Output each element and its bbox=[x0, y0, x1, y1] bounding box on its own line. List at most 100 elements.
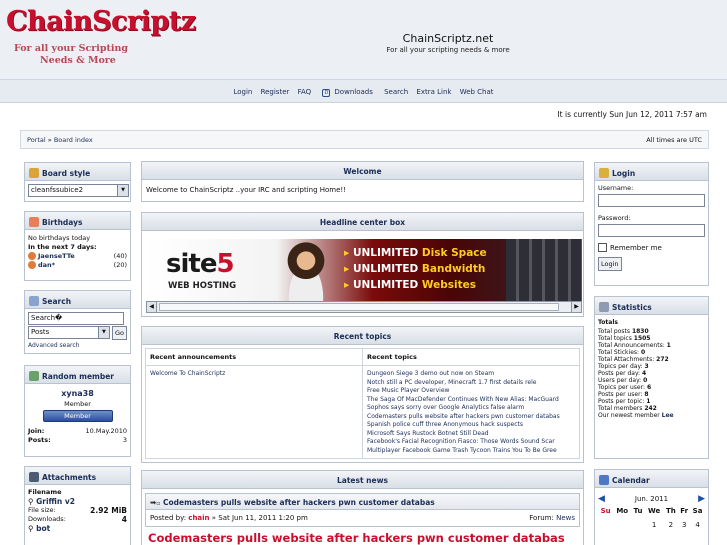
topic-link[interactable]: Notch still a PC developer, Minecraft 1.… bbox=[363, 379, 579, 388]
scroll-left-icon[interactable]: ◀ bbox=[147, 302, 157, 312]
calendar-day[interactable]: 4 bbox=[690, 518, 705, 532]
scroll-right-icon[interactable]: ▶ bbox=[571, 302, 581, 312]
magnifier-icon bbox=[29, 296, 39, 306]
topic-link[interactable]: Multiplayer Facebook Game Trash Tycoon T… bbox=[363, 447, 579, 456]
breadcrumb-board-index[interactable]: Board index bbox=[54, 136, 93, 144]
block-header: Birthdays bbox=[25, 212, 130, 230]
brand-number: 5 bbox=[216, 249, 234, 279]
stat-label: Posts per day: bbox=[598, 369, 641, 377]
attachment-name[interactable]: Griffin v2 bbox=[36, 497, 75, 506]
topic-link[interactable]: Codemasters pulls website after hackers … bbox=[363, 413, 579, 422]
scroll-thumb[interactable] bbox=[159, 303, 559, 311]
banner-person-image bbox=[276, 239, 336, 301]
style-select[interactable]: cleanfssubice2 ▼ bbox=[28, 184, 129, 197]
block-header: Headline center box bbox=[142, 213, 583, 231]
hosting-banner[interactable]: site5 WEB HOSTING ▸ UNLIMITED Disk Space… bbox=[146, 239, 582, 301]
welcome-text: Welcome to ChainScriptz ..your IRC and s… bbox=[146, 186, 347, 194]
stat-label: Total Stickies: bbox=[598, 348, 640, 356]
search-go-button[interactable]: Go bbox=[111, 326, 127, 340]
post-date: » Sat Jun 11, 2011 1:20 pm bbox=[211, 514, 308, 522]
news-post-heading[interactable]: Codemasters pulls website after hackers … bbox=[148, 531, 577, 545]
block-title: Board style bbox=[42, 169, 91, 178]
attachment-icon: ⚲ bbox=[28, 524, 34, 533]
topic-link[interactable]: Dungeon Siege 3 demo out now on Steam bbox=[363, 370, 579, 379]
chart-icon bbox=[599, 302, 609, 312]
stat-value: 0 bbox=[640, 348, 646, 356]
birthday-user[interactable]: JaenseTTe bbox=[38, 252, 75, 260]
password-label: Password: bbox=[598, 214, 631, 222]
site-header: ChainScriptz For all your Scripting Need… bbox=[0, 0, 727, 80]
newest-member-link[interactable]: Lee bbox=[662, 412, 674, 419]
nav-downloads[interactable]: D Downloads bbox=[319, 88, 375, 97]
nav-login[interactable]: Login bbox=[233, 88, 252, 96]
nav-web-chat[interactable]: Web Chat bbox=[460, 88, 494, 96]
username-input[interactable] bbox=[598, 194, 705, 207]
nav-faq[interactable]: FAQ bbox=[298, 88, 312, 96]
stat-value: 6 bbox=[646, 383, 652, 391]
topic-link[interactable]: Spanish police cuff three Anonymous hack… bbox=[363, 421, 579, 430]
no-birthdays-text: No birthdays today bbox=[28, 234, 91, 242]
banner-line: ▸ UNLIMITED Bandwidth bbox=[344, 263, 486, 275]
announcements-header: Recent announcements bbox=[146, 349, 362, 366]
topic-link[interactable]: Free Music Player Overview bbox=[363, 387, 579, 396]
topic-link[interactable]: Microsoft Says Rustock Botnet Still Dead bbox=[363, 430, 579, 439]
nav-extra-link[interactable]: Extra Link bbox=[416, 88, 451, 96]
banner-unlimited: UNLIMITED bbox=[352, 279, 419, 291]
stat-value: 272 bbox=[656, 355, 669, 363]
topic-link[interactable]: The Saga Of MacDefender Continues With N… bbox=[363, 396, 579, 405]
horizontal-scrollbar[interactable]: ◀ ▶ bbox=[146, 301, 582, 313]
rank-badge: Member bbox=[42, 410, 113, 422]
announcement-link[interactable]: Welcome To ChainScriptz bbox=[146, 370, 362, 379]
password-input[interactable] bbox=[598, 224, 705, 237]
news-post-title[interactable]: Codemasters pulls website after hackers … bbox=[163, 498, 435, 507]
stat-label: Total posts bbox=[598, 327, 631, 335]
day-header: Th bbox=[665, 507, 676, 515]
day-header: Fr bbox=[680, 507, 689, 515]
banner-brand: site5 bbox=[166, 249, 235, 279]
join-date: 10.May.2010 bbox=[85, 427, 127, 435]
post-author[interactable]: chain bbox=[188, 514, 209, 522]
nav-register[interactable]: Register bbox=[261, 88, 290, 96]
timezone-note: All times are UTC bbox=[646, 136, 702, 144]
birthday-user[interactable]: dan* bbox=[38, 261, 55, 269]
calendar-day[interactable]: 1 bbox=[645, 518, 664, 532]
next-days-label: In the next 7 days: bbox=[28, 243, 97, 251]
block-header: Attachments bbox=[25, 467, 130, 485]
topic-link[interactable]: Facebook's Facial Recognition Fiasco: Th… bbox=[363, 438, 579, 447]
calendar-day[interactable]: 3 bbox=[678, 518, 690, 532]
search-input[interactable]: Search� bbox=[28, 312, 124, 325]
calendar-month: Jun. 2011 bbox=[634, 495, 669, 503]
nav-search[interactable]: Search bbox=[384, 88, 408, 96]
login-button[interactable]: Login bbox=[598, 257, 622, 271]
breadcrumb-portal[interactable]: Portal bbox=[27, 136, 46, 144]
day-header: Su bbox=[600, 507, 611, 515]
advanced-search-link[interactable]: Advanced search bbox=[28, 342, 127, 349]
stat-value: 1 bbox=[646, 397, 651, 405]
file-size: 2.92 MiB bbox=[90, 506, 127, 515]
block-header: Random member bbox=[25, 366, 130, 384]
search-scope-select[interactable]: Posts ▼ bbox=[28, 326, 110, 339]
stat-row: Our newest member Lee bbox=[598, 412, 705, 419]
attachment-name[interactable]: bot bbox=[36, 524, 50, 533]
remember-me-checkbox[interactable] bbox=[598, 243, 607, 252]
block-header: Board style bbox=[25, 163, 130, 181]
join-label: Join: bbox=[28, 427, 45, 435]
news-post-title-bar: ➡▫ Codemasters pulls website after hacke… bbox=[145, 493, 580, 510]
calendar-day[interactable]: 2 bbox=[663, 518, 678, 532]
downloads-label: Downloads: bbox=[28, 515, 66, 523]
stat-row: Total posts 1830 bbox=[598, 328, 705, 335]
prev-month-icon[interactable]: ◀ bbox=[598, 494, 605, 504]
search-scope-value: Posts bbox=[31, 328, 50, 336]
forum-link[interactable]: News bbox=[556, 514, 575, 522]
site-title: ChainScriptz.net bbox=[402, 32, 494, 45]
posts-label: Posts: bbox=[28, 436, 51, 444]
block-header: Latest news bbox=[142, 471, 583, 489]
stat-value: 4 bbox=[642, 369, 647, 377]
member-name[interactable]: xyna38 bbox=[28, 389, 127, 398]
topic-link[interactable]: Sophos says sorry over Google Analytics … bbox=[363, 404, 579, 413]
block-title: Latest news bbox=[337, 476, 388, 485]
next-month-icon[interactable]: ▶ bbox=[698, 494, 705, 504]
stat-value: 3 bbox=[644, 362, 649, 370]
banner-unlimited: UNLIMITED bbox=[352, 263, 419, 275]
stat-row: Total Announcements: 1 bbox=[598, 342, 705, 349]
